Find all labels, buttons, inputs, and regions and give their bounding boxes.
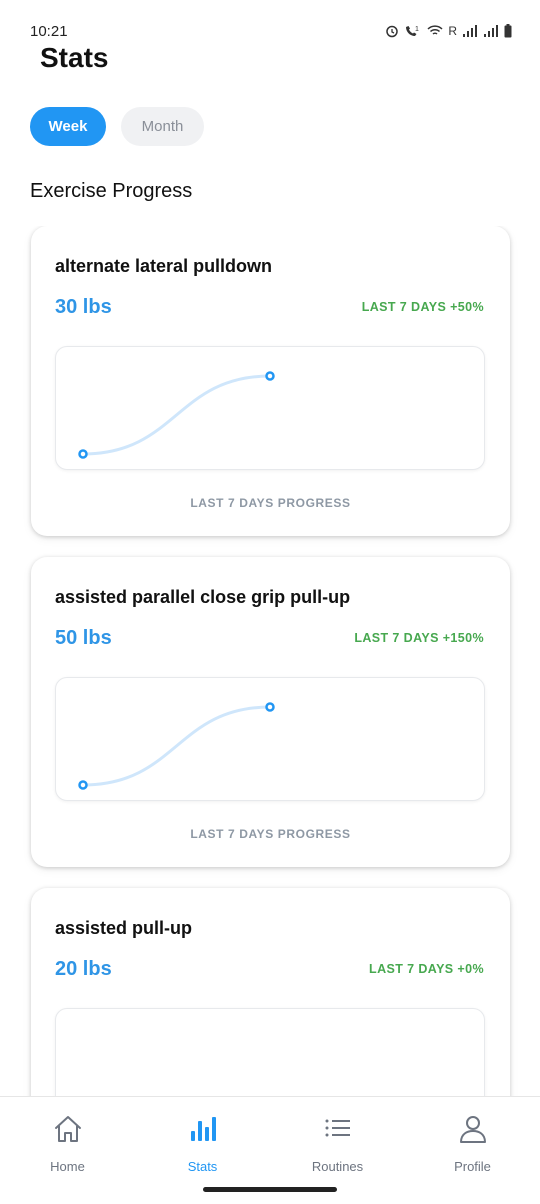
nav-label: Home xyxy=(50,1159,85,1174)
carrier-letter: R xyxy=(448,24,457,38)
progress-chart-svg xyxy=(78,702,275,790)
person-icon xyxy=(459,1116,486,1143)
progress-chart xyxy=(55,677,485,801)
exercise-name: alternate lateral pulldown xyxy=(55,256,273,276)
nav-profile[interactable]: Profile xyxy=(405,1097,540,1187)
bar-chart-icon xyxy=(190,1117,216,1141)
exercise-card[interactable]: alternate lateral pulldown 30 lbs LAST 7… xyxy=(31,226,510,536)
signal-icon xyxy=(484,25,498,37)
progress-point xyxy=(265,371,275,381)
page-title: Stats xyxy=(40,42,109,73)
nav-home[interactable]: Home xyxy=(0,1097,135,1187)
progress-line xyxy=(82,374,271,456)
exercise-card[interactable]: assisted pull-up 20 lbs LAST 7 DAYS +0% xyxy=(31,888,510,1096)
exercise-weight: 50 lbs xyxy=(55,627,112,649)
progress-change: LAST 7 DAYS +150% xyxy=(354,631,484,645)
nav-stats[interactable]: Stats xyxy=(135,1097,270,1187)
svg-text:1: 1 xyxy=(415,26,419,33)
progress-point xyxy=(78,780,88,790)
progress-line xyxy=(82,705,271,787)
progress-change: LAST 7 DAYS +50% xyxy=(361,300,484,314)
progress-chart xyxy=(55,346,485,470)
wifi-icon xyxy=(427,25,443,35)
week-tab[interactable]: Week xyxy=(30,107,106,146)
nav-label: Stats xyxy=(187,1159,218,1174)
nav-routines[interactable]: Routines xyxy=(270,1097,405,1187)
nav-label: Profile xyxy=(454,1159,491,1174)
exercise-list[interactable]: alternate lateral pulldown 30 lbs LAST 7… xyxy=(0,226,540,1096)
section-title: Exercise Progress xyxy=(30,180,193,202)
battery-icon xyxy=(504,24,512,38)
chart-caption: LAST 7 DAYS PROGRESS xyxy=(190,496,351,510)
nav-label: Routines xyxy=(311,1159,364,1174)
exercise-card[interactable]: assisted parallel close grip pull-up 50 … xyxy=(31,557,510,867)
home-indicator xyxy=(203,1187,337,1192)
period-toggle: Week Month xyxy=(30,107,204,146)
progress-change: LAST 7 DAYS +0% xyxy=(369,962,484,976)
exercise-name: assisted parallel close grip pull-up xyxy=(55,587,351,607)
exercise-weight: 20 lbs xyxy=(55,958,112,980)
progress-chart xyxy=(55,1008,485,1096)
progress-chart-svg xyxy=(78,371,275,459)
wifi-calling-icon: 1 xyxy=(406,26,419,36)
signal-icon xyxy=(463,25,477,37)
status-icons: 1 R xyxy=(385,24,512,38)
home-icon xyxy=(54,1116,81,1142)
alarm-icon xyxy=(386,25,399,38)
list-icon xyxy=(325,1119,350,1137)
status-bar: 10:21 1 R xyxy=(0,0,540,44)
status-time: 10:21 xyxy=(30,23,68,40)
progress-point xyxy=(265,702,275,712)
progress-point xyxy=(78,449,88,459)
exercise-name: assisted pull-up xyxy=(55,918,193,938)
month-tab[interactable]: Month xyxy=(121,107,204,146)
progress-chart-svg xyxy=(56,1009,485,1096)
exercise-weight: 30 lbs xyxy=(55,296,112,318)
chart-caption: LAST 7 DAYS PROGRESS xyxy=(190,827,351,841)
